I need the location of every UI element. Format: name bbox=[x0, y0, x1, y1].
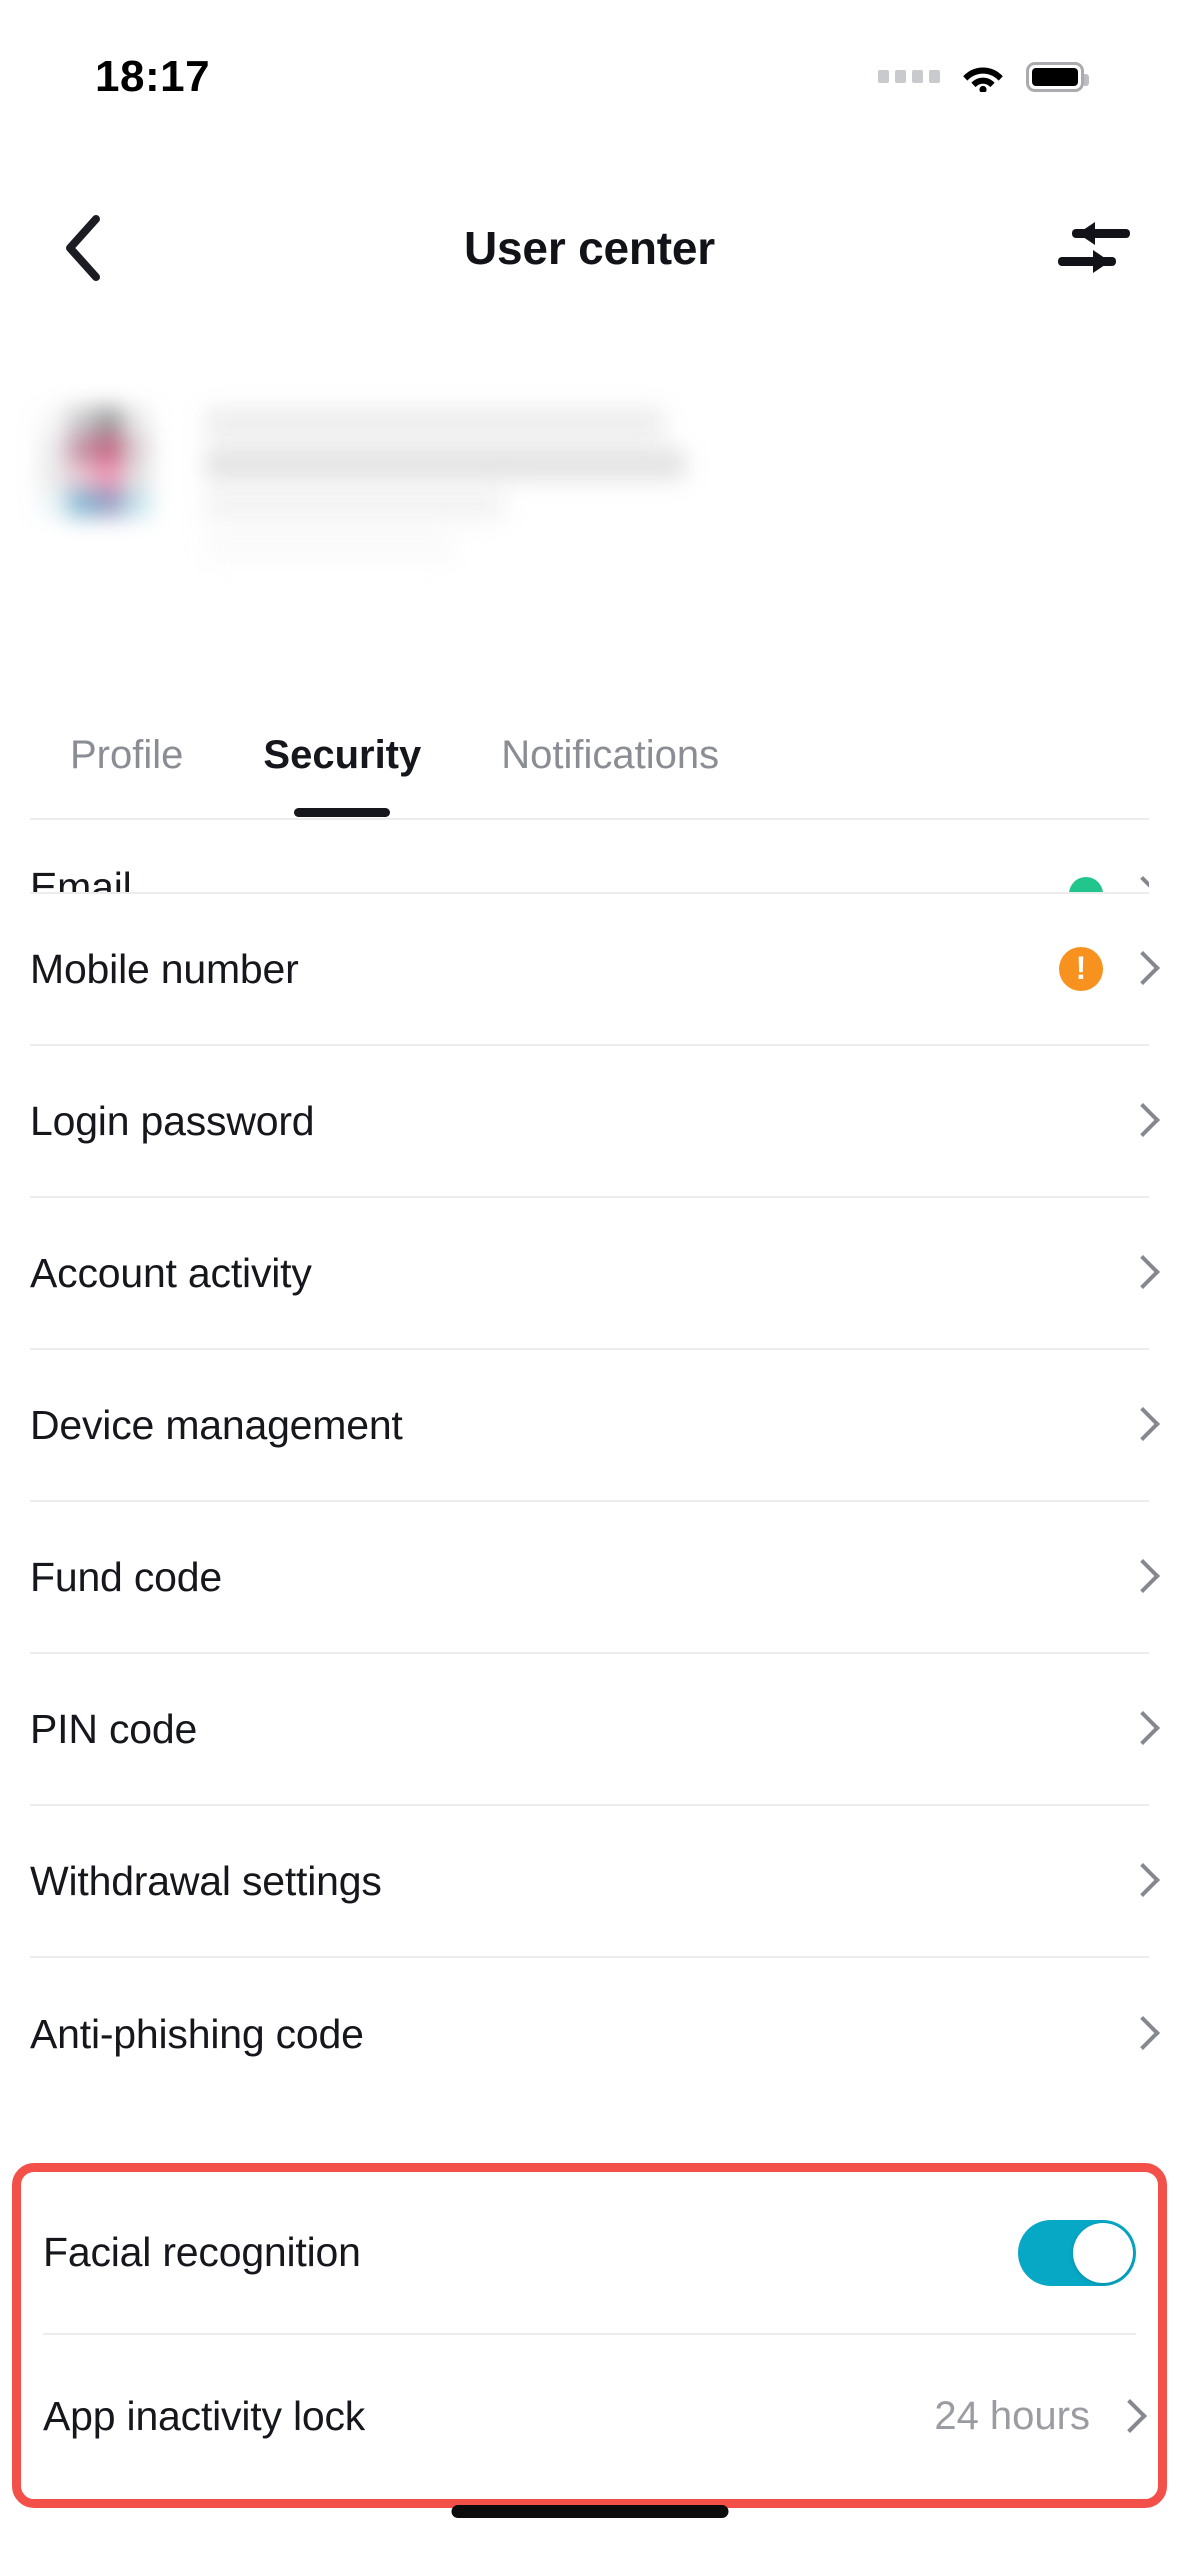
chevron-right-icon bbox=[1131, 1561, 1149, 1593]
transfer-switch-arrows-icon[interactable] bbox=[1053, 209, 1135, 287]
list-item-mobile-number[interactable]: Mobile number ! bbox=[30, 894, 1149, 1046]
list-item-fund-code[interactable]: Fund code bbox=[30, 1502, 1149, 1654]
row-trailing bbox=[1131, 1561, 1149, 1593]
row-label: Anti-phishing code bbox=[30, 2010, 364, 2057]
list-item-email[interactable]: Email bbox=[30, 820, 1149, 894]
tab-bar: Profile Security Notifications bbox=[0, 705, 1179, 825]
chevron-right-icon bbox=[1131, 953, 1149, 985]
list-item-facial-recognition[interactable]: Facial recognition bbox=[43, 2172, 1136, 2335]
app-inactivity-lock-value: 24 hours bbox=[934, 2394, 1090, 2438]
signal-dots-icon bbox=[878, 70, 940, 83]
row-trailing bbox=[1069, 877, 1149, 892]
user-name-redacted bbox=[205, 407, 760, 571]
list-item-pin-code[interactable]: PIN code bbox=[30, 1654, 1149, 1806]
tab-security[interactable]: Security bbox=[223, 705, 461, 825]
wifi-icon bbox=[962, 61, 1004, 92]
row-trailing bbox=[1131, 1105, 1149, 1137]
tab-notifications[interactable]: Notifications bbox=[461, 705, 759, 825]
chevron-right-icon bbox=[1131, 2018, 1149, 2050]
chevron-right-icon bbox=[1131, 1105, 1149, 1137]
chevron-right-icon bbox=[1131, 878, 1149, 892]
list-item-account-activity[interactable]: Account activity bbox=[30, 1198, 1149, 1350]
list-item-anti-phishing-code[interactable]: Anti-phishing code bbox=[30, 1958, 1149, 2110]
row-label: Fund code bbox=[30, 1553, 222, 1600]
row-label: Account activity bbox=[30, 1249, 312, 1296]
highlight-annotation-box: Facial recognition App inactivity lock 2… bbox=[12, 2163, 1167, 2508]
chevron-right-icon bbox=[1118, 2401, 1136, 2433]
list-item-device-management[interactable]: Device management bbox=[30, 1350, 1149, 1502]
row-label: Mobile number bbox=[30, 945, 299, 992]
row-trailing: ! bbox=[1059, 947, 1149, 991]
status-bar-indicators bbox=[878, 43, 1089, 92]
avatar bbox=[40, 407, 150, 517]
status-bar: 18:17 bbox=[0, 0, 1179, 135]
row-trailing bbox=[1131, 1409, 1149, 1441]
row-label: Email bbox=[30, 864, 132, 894]
chevron-right-icon bbox=[1131, 1409, 1149, 1441]
profile-summary-blurred[interactable] bbox=[0, 305, 760, 595]
row-trailing bbox=[1131, 1865, 1149, 1897]
row-trailing: 24 hours bbox=[934, 2394, 1136, 2439]
status-bar-time: 18:17 bbox=[95, 51, 211, 101]
chevron-right-icon bbox=[1131, 1713, 1149, 1745]
list-item-withdrawal-settings[interactable]: Withdrawal settings bbox=[30, 1806, 1149, 1958]
tab-profile[interactable]: Profile bbox=[30, 705, 223, 825]
list-item-login-password[interactable]: Login password bbox=[30, 1046, 1149, 1198]
row-label: App inactivity lock bbox=[43, 2393, 366, 2439]
row-trailing bbox=[1131, 1257, 1149, 1289]
navigation-bar: User center bbox=[0, 190, 1179, 305]
phone-screen: 18:17 User center Profile Security Notif… bbox=[0, 0, 1179, 2556]
row-label: PIN code bbox=[30, 1705, 198, 1752]
status-warning-icon: ! bbox=[1059, 947, 1103, 991]
row-trailing bbox=[1131, 1713, 1149, 1745]
status-verified-icon bbox=[1069, 877, 1103, 892]
security-settings-list[interactable]: Email Mobile number ! Login password Acc… bbox=[0, 820, 1179, 2280]
list-item-app-inactivity-lock[interactable]: App inactivity lock 24 hours bbox=[43, 2335, 1136, 2498]
home-indicator[interactable] bbox=[451, 2505, 728, 2518]
row-label: Withdrawal settings bbox=[30, 1857, 382, 1904]
facial-recognition-toggle[interactable] bbox=[1018, 2219, 1136, 2286]
row-label: Device management bbox=[30, 1401, 403, 1448]
row-label: Login password bbox=[30, 1097, 315, 1144]
chevron-right-icon bbox=[1131, 1865, 1149, 1897]
row-trailing bbox=[1131, 2018, 1149, 2050]
battery-full-icon bbox=[1026, 61, 1089, 92]
row-label: Facial recognition bbox=[43, 2229, 361, 2275]
page-title: User center bbox=[464, 221, 715, 274]
chevron-right-icon bbox=[1131, 1257, 1149, 1289]
